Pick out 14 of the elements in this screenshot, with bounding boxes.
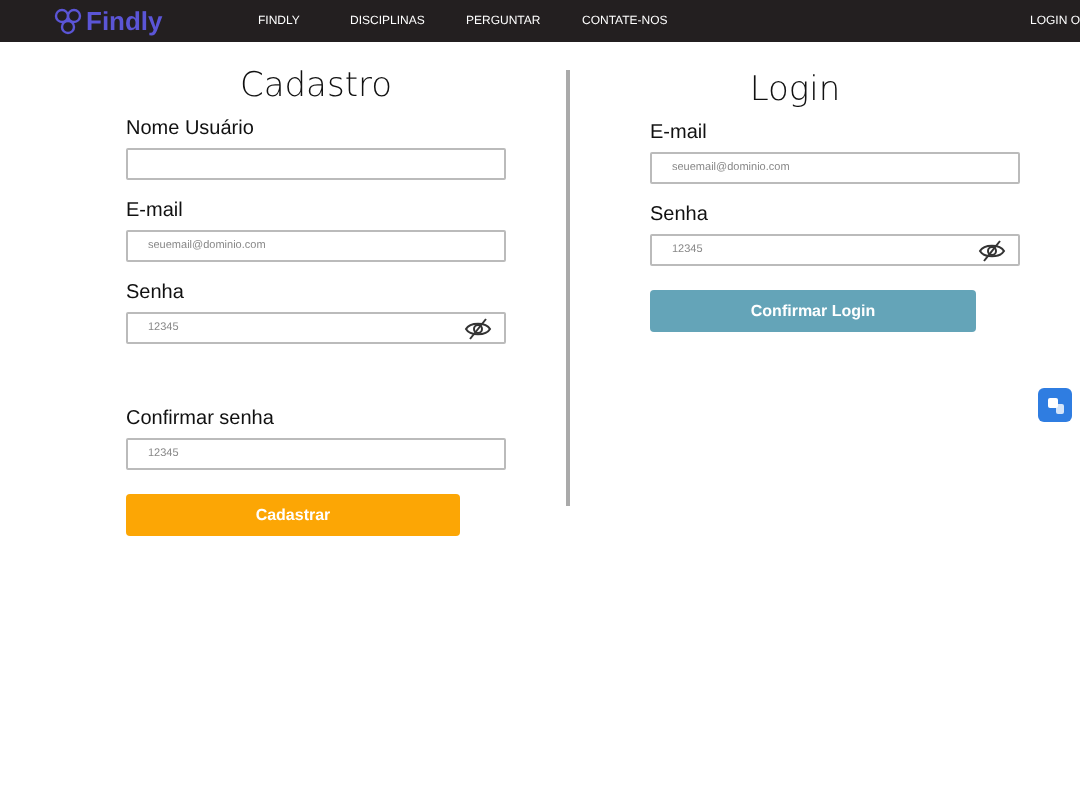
- form-title: Cadastro: [237, 66, 395, 106]
- field-label: E-mail: [650, 122, 709, 144]
- eye-slash-icon[interactable]: [978, 240, 1006, 262]
- eye-slash-icon[interactable]: [464, 318, 492, 340]
- field-label: Senha: [126, 282, 186, 304]
- translate-icon: [1045, 395, 1065, 415]
- form-title: Login: [747, 70, 843, 110]
- field-label: Confirmar senha: [126, 408, 276, 430]
- translate-button[interactable]: [1038, 388, 1072, 422]
- input-field[interactable]: [126, 148, 506, 180]
- field-label: Senha: [650, 204, 710, 226]
- field-label: Nome Usuário: [126, 118, 256, 140]
- field-label: E-mail: [126, 200, 185, 222]
- hexagon-cluster-icon: [54, 7, 82, 35]
